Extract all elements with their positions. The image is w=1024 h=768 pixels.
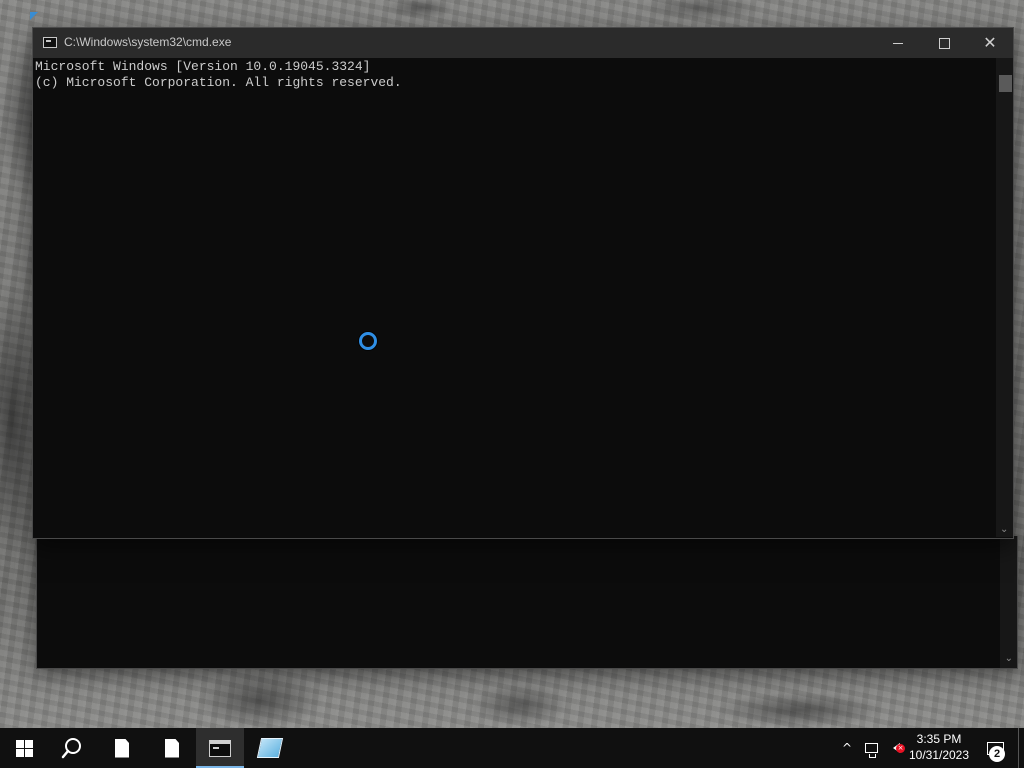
notification-count-badge: 2	[989, 746, 1005, 762]
taskbar-file-1[interactable]	[98, 728, 146, 768]
network-button[interactable]	[860, 728, 882, 768]
chevron-up-icon: ^	[841, 741, 853, 755]
mute-badge-icon: ×	[896, 744, 905, 753]
show-hidden-icons-button[interactable]: ^	[836, 728, 858, 768]
network-icon	[864, 743, 878, 758]
background-console-window: ⌄	[36, 536, 1018, 669]
background-scrollbar: ⌄	[1000, 536, 1017, 668]
scroll-down-arrow-icon[interactable]: ⌄	[1000, 524, 1008, 535]
document-icon	[115, 738, 129, 758]
window-title: C:\Windows\system32\cmd.exe	[64, 35, 232, 49]
notepad-icon	[256, 738, 284, 758]
vertical-scrollbar[interactable]: ⌄	[996, 58, 1013, 537]
search-icon	[61, 738, 81, 759]
close-icon: ✕	[983, 33, 997, 52]
taskbar-command-prompt[interactable]	[196, 728, 244, 768]
document-icon	[165, 738, 179, 758]
taskbar-file-2[interactable]	[148, 728, 196, 768]
console-line-version: Microsoft Windows [Version 10.0.19045.33…	[35, 59, 371, 74]
system-clock[interactable]: 3:35 PM 10/31/2023	[906, 731, 972, 764]
search-button[interactable]	[48, 728, 96, 768]
minimize-button[interactable]	[875, 28, 921, 58]
clock-date: 10/31/2023	[908, 748, 970, 762]
scroll-thumb[interactable]	[999, 75, 1012, 92]
console-icon	[43, 37, 57, 48]
scroll-down-arrow-icon: ⌄	[1004, 653, 1013, 664]
title-bar[interactable]: C:\Windows\system32\cmd.exe ✕	[33, 28, 1013, 58]
maximize-icon	[938, 37, 950, 49]
cmd-window[interactable]: C:\Windows\system32\cmd.exe ✕ Microsoft …	[32, 27, 1014, 539]
start-button[interactable]	[0, 728, 48, 768]
maximize-button[interactable]	[921, 28, 967, 58]
minimize-icon	[893, 42, 903, 44]
console-line-copyright: (c) Microsoft Corporation. All rights re…	[35, 75, 402, 90]
busy-cursor-icon	[359, 332, 377, 350]
console-output-area[interactable]: Microsoft Windows [Version 10.0.19045.33…	[33, 58, 995, 537]
taskbar-notes[interactable]	[246, 728, 294, 768]
console-icon	[209, 739, 231, 757]
show-desktop-button[interactable]	[1018, 728, 1024, 768]
clock-time: 3:35 PM	[916, 732, 962, 746]
windows-logo-icon	[15, 739, 33, 757]
desktop-icon-fragment	[30, 12, 38, 20]
taskbar: ^ 3:35 PM 10/31/2023	[0, 728, 1024, 768]
close-button[interactable]: ✕	[967, 28, 1013, 58]
